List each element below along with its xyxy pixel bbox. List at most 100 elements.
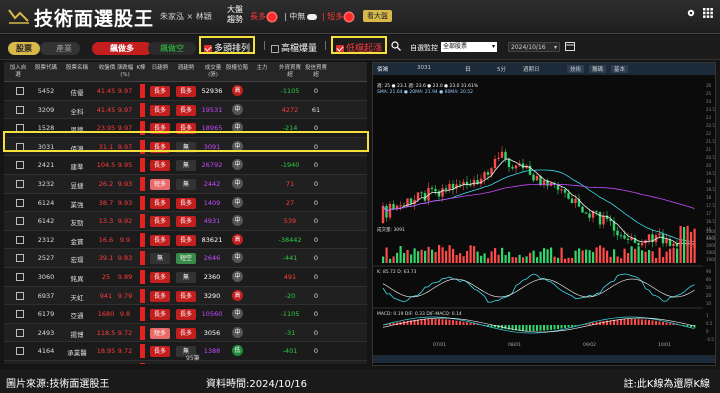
table-row[interactable]: 3232 昱捷 26.2 9.93 短多無 2442 中 71 0 xyxy=(4,175,367,194)
table-row[interactable]: 5452 佶優 41.45 9.97 長多 長多 52936 高 -1105 0 xyxy=(4,82,367,101)
candle-body xyxy=(479,178,483,184)
macd-bar xyxy=(662,321,664,325)
add-watchlist-checkbox[interactable] xyxy=(16,328,24,337)
sell-mode-button[interactable]: 飆做空 xyxy=(148,42,196,55)
add-watchlist-checkbox[interactable] xyxy=(16,180,24,188)
stock-name: 銘異 xyxy=(70,275,84,283)
table-row[interactable]: 2421 建準 104.5 9.95 長多無 26792 中 -1940 0 xyxy=(4,156,367,175)
volume-bar xyxy=(515,257,518,263)
sun-icon xyxy=(345,12,354,21)
table-row[interactable]: 2312 金寶 16.6 9.9 長多 長多 83621 高 -38442 0 xyxy=(4,231,367,250)
foreign-net: -1940 xyxy=(280,161,300,170)
add-watchlist-checkbox[interactable] xyxy=(16,198,24,207)
volume-bar xyxy=(581,250,584,263)
change-percent: 9.93 xyxy=(117,180,133,188)
volume-label: 成交量: 3091 xyxy=(377,226,405,233)
position-badge: 中 xyxy=(232,252,243,264)
table-row[interactable]: 6937 天虹 941 9.79 長多 長多 3290 高 -20 0 xyxy=(4,286,367,306)
buy-mode-button[interactable]: 飆做多 xyxy=(92,42,152,55)
add-watchlist-checkbox[interactable] xyxy=(16,310,24,319)
add-watchlist-checkbox[interactable] xyxy=(16,291,24,300)
macd-bar xyxy=(459,321,461,325)
volume-bar xyxy=(494,248,497,263)
highlight-box xyxy=(331,36,387,54)
add-watchlist-checkbox[interactable] xyxy=(16,161,24,170)
add-watchlist-checkbox[interactable] xyxy=(16,217,24,226)
change-percent: 9.9 xyxy=(119,235,131,244)
macd-bar xyxy=(522,325,524,331)
candle-body xyxy=(504,151,507,160)
add-watchlist-checkbox[interactable] xyxy=(16,105,24,114)
calendar-icon[interactable] xyxy=(565,41,575,51)
highlight-box xyxy=(199,36,255,54)
candle-body xyxy=(420,192,423,194)
stock-code: 2493 xyxy=(37,328,55,337)
kbar-icon xyxy=(140,177,145,191)
search-icon[interactable] xyxy=(391,41,401,51)
volume-bar xyxy=(655,257,658,263)
volume-bar xyxy=(420,249,423,263)
volume-bar xyxy=(417,251,420,263)
volume-bar xyxy=(385,247,388,263)
tab-stocks[interactable]: 股票 xyxy=(8,42,40,55)
table-row[interactable]: 6179 亞通 1680 9.8 長多 長多 10560 中 -1105 0 xyxy=(4,305,367,324)
candle-body xyxy=(570,198,574,204)
macd-bar xyxy=(455,320,458,325)
add-watchlist-checkbox[interactable] xyxy=(16,254,24,263)
table-row[interactable]: 2527 宏璟 39.1 9.83 無短空 2646 中 -441 0 xyxy=(4,249,367,268)
big-market-button[interactable]: 看大盤 xyxy=(363,10,392,22)
watch-select[interactable]: 全部股票 ▾ xyxy=(441,42,497,52)
date-select[interactable]: 2024/10/16 ▾ xyxy=(508,42,560,52)
table-row[interactable]: 3060 銘異 25 9.89 長多無 2360 中 491 0 xyxy=(4,268,367,287)
tab-industry[interactable]: 產業 xyxy=(40,42,80,55)
table-row[interactable]: 3209 全科 41.45 9.97 長多 長多 19531 中 4272 61 xyxy=(4,100,367,120)
position-badge: 中 xyxy=(232,159,243,171)
table-row[interactable]: 2493 揚博 118.5 9.72 短多 長多 3056 中 -31 0 xyxy=(4,323,367,343)
table-row[interactable]: 6124 業強 38.7 9.93 長多 長多 1409 中 27 0 xyxy=(4,194,367,213)
table-header: 加入自選 股票代碼 股票名稱 收盤價 漲跌幅(%) K棒 日趨勢 週趨勢 成交量(張) 股權位階 主… xyxy=(4,62,367,82)
foreign-net: -1105 xyxy=(280,310,300,319)
stock-name: 業強 xyxy=(70,200,84,209)
volume-bar xyxy=(518,254,521,263)
trust-net: 0 xyxy=(313,198,319,207)
trust-net: 0 xyxy=(313,217,319,226)
price-tick: 23.5 xyxy=(706,107,715,112)
add-watchlist-checkbox[interactable] xyxy=(16,273,24,281)
macd-bar xyxy=(630,319,633,325)
date-tick: 10/01 xyxy=(658,342,671,348)
volume-bar xyxy=(641,250,644,263)
price-tick: 24 xyxy=(706,99,712,104)
macd-bar xyxy=(529,325,531,331)
volume-bar xyxy=(396,252,399,263)
trust-net: 0 xyxy=(313,87,319,95)
price-tick: 18.5 xyxy=(706,187,715,192)
macd-bar xyxy=(462,321,465,325)
add-watchlist-checkbox[interactable] xyxy=(16,235,24,244)
trust-net: 0 xyxy=(313,310,319,319)
table-row[interactable]: 6142 友勁 13.3 9.92 長多 長多 4931 中 539 0 xyxy=(4,212,367,231)
trend-label: 大盤趨勢 xyxy=(227,5,243,24)
short-trend: | 短多 xyxy=(322,11,354,22)
volume: 3056 xyxy=(203,328,221,337)
stock-code: 3060 xyxy=(37,273,55,281)
cloud-icon xyxy=(307,13,318,20)
add-watchlist-checkbox[interactable] xyxy=(16,87,24,95)
gear-icon[interactable] xyxy=(686,8,696,18)
add-watchlist-checkbox[interactable] xyxy=(16,347,24,356)
macd-bar xyxy=(487,325,489,327)
column-header: 股票代碼 xyxy=(34,65,57,71)
volume-bar xyxy=(413,248,416,263)
macd-bar xyxy=(525,325,528,331)
column-header: 股票名稱 xyxy=(65,65,88,71)
position-badge: 中 xyxy=(232,215,243,227)
volume: 4931 xyxy=(203,217,221,226)
filter-high-volume[interactable]: 高檔爆量 xyxy=(271,41,317,54)
trust-net: 0 xyxy=(313,291,319,300)
apps-grid-icon[interactable] xyxy=(703,8,713,18)
price-tick: 17.5 xyxy=(706,203,715,208)
chart-scrollbar[interactable] xyxy=(373,355,715,363)
kbar-icon xyxy=(140,84,145,98)
foreign-net: -38442 xyxy=(278,235,302,244)
column-header: 投信買賣超 xyxy=(304,65,327,78)
price-tick: 20.5 xyxy=(706,155,715,160)
